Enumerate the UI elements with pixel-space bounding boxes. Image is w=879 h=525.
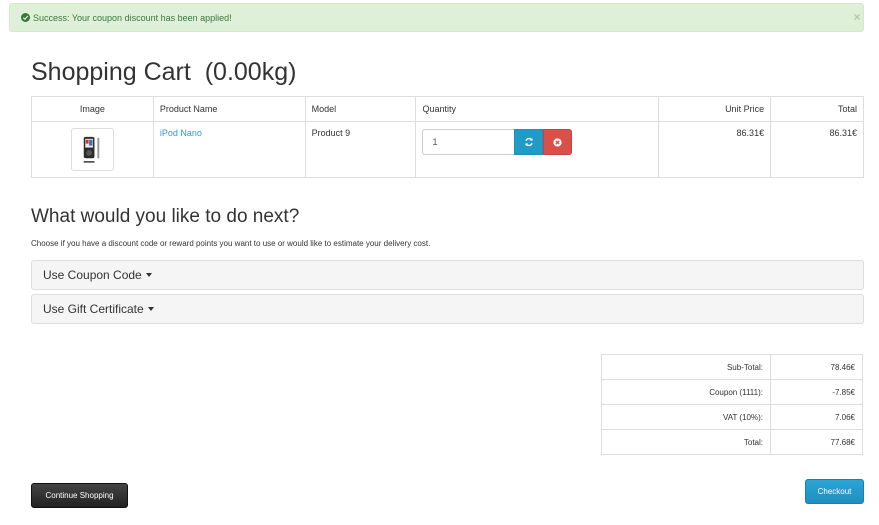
header-quantity: Quantity xyxy=(415,96,660,122)
product-image-cell xyxy=(31,121,154,178)
cart-table: Image Product Name Model Quantity Unit P… xyxy=(31,96,864,178)
subtotal-label: Sub-Total: xyxy=(601,354,771,380)
quantity-cell xyxy=(415,121,660,178)
product-name-cell: iPod Nano xyxy=(152,121,306,178)
table-row: iPod Nano Product 9 1 86.31€ 86.31€ xyxy=(31,121,864,178)
alert-message: Success: Your coupon discount has been a… xyxy=(33,12,232,23)
header-image: Image xyxy=(31,96,154,122)
success-alert: Success: Your coupon discount has been a… xyxy=(9,3,864,32)
checkout-button[interactable]: Checkout xyxy=(805,479,864,504)
quantity-group xyxy=(422,129,652,155)
next-heading: What would you like to do next? xyxy=(31,206,300,227)
remove-icon xyxy=(553,137,563,147)
row-total: 86.31€ xyxy=(770,121,864,178)
remove-item-button[interactable] xyxy=(543,129,573,155)
totals-row: Sub-Total: 78.46€ xyxy=(601,354,863,380)
caret-down-icon xyxy=(145,273,152,277)
total-label: Total: xyxy=(601,429,771,455)
product-thumbnail[interactable] xyxy=(70,128,114,171)
header-total: Total xyxy=(770,96,864,122)
caret-down-icon xyxy=(147,307,154,311)
total-value: 77.68€ xyxy=(770,429,863,455)
totals-table: Sub-Total: 78.46€ Coupon (1111): -7.85€ … xyxy=(601,354,863,455)
unit-price: 86.31€ xyxy=(658,121,772,178)
next-description: Choose if you have a discount code or re… xyxy=(31,239,431,248)
vat-label: VAT (10%): xyxy=(601,404,771,430)
gift-certificate-panel[interactable]: Use Gift Certificate xyxy=(31,294,864,324)
coupon-code-panel-label: Use Coupon Code xyxy=(43,268,142,282)
product-model: Product 9 xyxy=(304,121,417,178)
totals-row: Coupon (1111): -7.85€ xyxy=(601,379,863,405)
product-name-link[interactable]: iPod Nano xyxy=(160,128,202,138)
close-icon[interactable]: × xyxy=(851,11,863,23)
page-title: Shopping Cart (0.00kg) xyxy=(31,58,297,86)
subtotal-value: 78.46€ xyxy=(770,354,863,380)
totals-row: Total: 77.68€ xyxy=(601,429,863,455)
continue-shopping-button[interactable]: Continue Shopping xyxy=(31,483,128,508)
header-unit-price: Unit Price xyxy=(658,96,772,122)
coupon-label: Coupon (1111): xyxy=(601,379,771,405)
check-circle-icon xyxy=(21,13,30,22)
cart-header-row: Image Product Name Model Quantity Unit P… xyxy=(31,96,864,122)
coupon-value: -7.85€ xyxy=(770,379,863,405)
refresh-icon xyxy=(525,137,533,147)
coupon-code-panel[interactable]: Use Coupon Code xyxy=(31,260,864,290)
header-product-name: Product Name xyxy=(152,96,306,122)
gift-certificate-panel-label: Use Gift Certificate xyxy=(43,302,144,316)
vat-value: 7.06€ xyxy=(770,404,863,430)
totals-row: VAT (10%): 7.06€ xyxy=(601,404,863,430)
header-model: Model xyxy=(304,96,417,122)
update-quantity-button[interactable] xyxy=(514,129,544,155)
quantity-input[interactable] xyxy=(422,129,515,155)
ipod-nano-thumbnail-icon xyxy=(83,136,100,163)
